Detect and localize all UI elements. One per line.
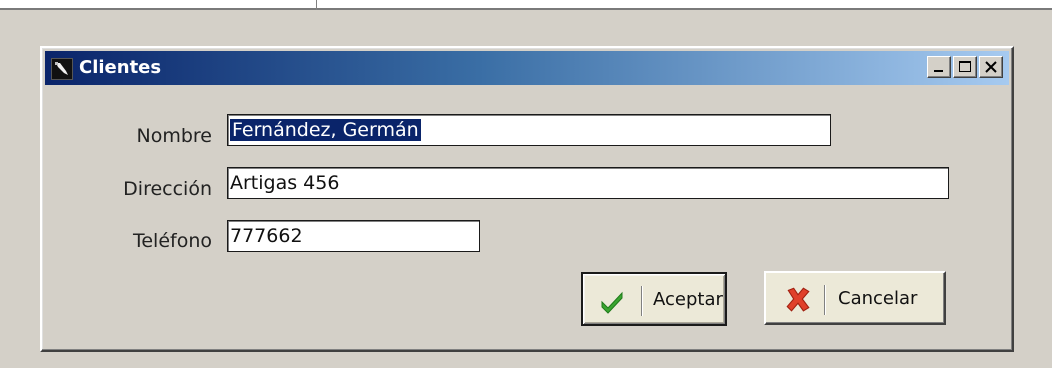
background-divider [316, 0, 317, 10]
accept-label: Aceptar [653, 289, 723, 310]
cancel-label: Cancelar [838, 288, 918, 309]
background-top-strip [0, 0, 1052, 10]
close-button[interactable] [979, 56, 1003, 78]
clientes-dialog: Clientes Nombre Fernández, Germán Direcc… [40, 46, 1014, 352]
direccion-label: Dirección [123, 178, 212, 200]
telefono-label: Teléfono [132, 230, 212, 252]
accept-button[interactable]: Aceptar [581, 272, 727, 326]
app-tools-icon[interactable] [51, 58, 73, 80]
direccion-field[interactable]: Artigas 456 [227, 167, 949, 199]
minimize-icon [934, 70, 943, 72]
accept-separator [641, 286, 642, 316]
x-icon [786, 287, 810, 312]
nombre-field[interactable]: Fernández, Germán [227, 114, 831, 146]
minimize-button[interactable] [927, 56, 951, 78]
window-title: Clientes [79, 57, 162, 78]
title-bar[interactable]: Clientes [45, 51, 1009, 85]
maximize-button[interactable] [953, 56, 977, 78]
nombre-selected-text: Fernández, Germán [230, 119, 421, 141]
cancel-separator [824, 285, 825, 315]
nombre-label: Nombre [136, 125, 213, 147]
telefono-field[interactable]: 777662 [227, 220, 480, 252]
check-icon [601, 291, 623, 314]
close-icon [985, 61, 997, 73]
maximize-icon [959, 61, 971, 72]
cancel-button[interactable]: Cancelar [764, 271, 946, 325]
background-bottom-strip [0, 368, 1052, 376]
